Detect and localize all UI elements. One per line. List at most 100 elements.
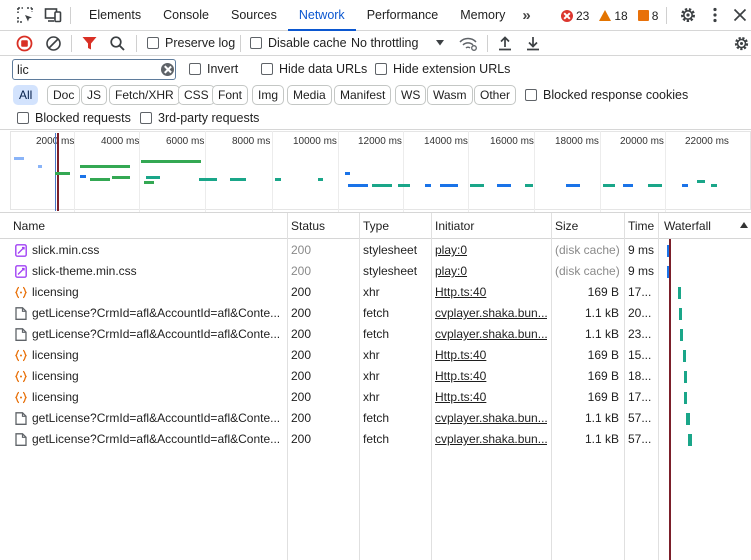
column-header-waterfall[interactable]: Waterfall bbox=[660, 213, 711, 239]
type-filter-manifest[interactable]: Manifest bbox=[334, 85, 392, 105]
export-har-download-icon[interactable] bbox=[525, 35, 541, 52]
error-counter[interactable]: 23 bbox=[561, 9, 589, 23]
type-filter-all[interactable]: All bbox=[13, 85, 39, 105]
request-name[interactable]: licensing bbox=[32, 387, 284, 408]
waterfall-timing-bar[interactable] bbox=[683, 350, 686, 362]
table-row[interactable]: licensing 200 xhr Http.ts:40 169 B 17... bbox=[0, 282, 751, 303]
request-name[interactable]: getLicense?CrmId=afl&AccountId=afl&Conte… bbox=[32, 429, 284, 450]
request-name[interactable]: slick-theme.min.css bbox=[32, 261, 284, 282]
dropdown-arrow-icon[interactable] bbox=[435, 39, 445, 47]
issues-counter[interactable]: 8 bbox=[637, 9, 658, 23]
clear-log-icon[interactable] bbox=[45, 35, 62, 52]
type-filter-js[interactable]: JS bbox=[81, 85, 108, 105]
column-header-type[interactable]: Type bbox=[359, 213, 389, 239]
type-filter-doc[interactable]: Doc bbox=[47, 85, 81, 105]
table-row[interactable]: getLicense?CrmId=afl&AccountId=afl&Conte… bbox=[0, 324, 751, 345]
hide-extension-urls-checkbox[interactable] bbox=[375, 63, 387, 75]
search-icon[interactable] bbox=[109, 35, 126, 52]
column-header-size[interactable]: Size bbox=[551, 213, 578, 239]
sort-ascending-icon[interactable] bbox=[740, 222, 748, 228]
disable-cache-checkbox[interactable] bbox=[250, 37, 262, 49]
more-options-icon[interactable] bbox=[706, 6, 724, 24]
table-row[interactable]: getLicense?CrmId=afl&AccountId=afl&Conte… bbox=[0, 303, 751, 324]
table-row[interactable]: licensing 200 xhr Http.ts:40 169 B 15... bbox=[0, 345, 751, 366]
record-stop-icon[interactable] bbox=[16, 35, 33, 52]
tab-memory[interactable]: Memory bbox=[449, 0, 516, 31]
request-initiator-link[interactable]: play:0 bbox=[435, 261, 547, 282]
request-name[interactable]: getLicense?CrmId=afl&AccountId=afl&Conte… bbox=[32, 303, 284, 324]
tab-performance[interactable]: Performance bbox=[356, 0, 450, 31]
table-row[interactable]: slick-theme.min.css 200 stylesheet play:0 (d… bbox=[0, 261, 751, 282]
request-name[interactable]: licensing bbox=[32, 366, 284, 387]
device-toolbar-icon[interactable] bbox=[44, 6, 62, 24]
request-name[interactable]: licensing bbox=[32, 282, 284, 303]
waterfall-timing-bar[interactable] bbox=[667, 266, 669, 278]
type-filter-wasm[interactable]: Wasm bbox=[427, 85, 473, 105]
column-header-status[interactable]: Status bbox=[287, 213, 325, 239]
type-filter-img[interactable]: Img bbox=[252, 85, 285, 105]
request-initiator-link[interactable]: Http.ts:40 bbox=[435, 387, 547, 408]
waterfall-timing-bar[interactable] bbox=[688, 434, 692, 446]
grid-tick bbox=[600, 131, 601, 212]
tab-elements[interactable]: Elements bbox=[78, 0, 152, 31]
network-conditions-wifi-icon[interactable] bbox=[458, 35, 478, 52]
waterfall-timing-bar[interactable] bbox=[678, 287, 681, 299]
request-initiator-link[interactable]: cvplayer.shaka.bun... bbox=[435, 303, 547, 324]
table-row[interactable]: licensing 200 xhr Http.ts:40 169 B 17... bbox=[0, 387, 751, 408]
column-header-time[interactable]: Time bbox=[624, 213, 654, 239]
blocked-response-cookies-checkbox[interactable] bbox=[525, 89, 537, 101]
type-filter-fetch-xhr[interactable]: Fetch/XHR bbox=[109, 85, 180, 105]
clear-filter-icon[interactable] bbox=[161, 63, 174, 76]
column-header-name[interactable]: Name bbox=[9, 213, 45, 239]
type-filter-other[interactable]: Other bbox=[474, 85, 517, 105]
table-row[interactable]: getLicense?CrmId=afl&AccountId=afl&Conte… bbox=[0, 408, 751, 429]
invert-checkbox[interactable] bbox=[189, 63, 201, 75]
type-filter-font[interactable]: Font bbox=[212, 85, 249, 105]
network-overview-timeline[interactable]: 2000 ms 4000 ms 6000 ms 8000 ms 10000 ms… bbox=[0, 131, 751, 213]
import-har-upload-icon[interactable] bbox=[497, 35, 513, 52]
waterfall-timing-bar[interactable] bbox=[684, 392, 687, 404]
waterfall-timing-bar[interactable] bbox=[667, 245, 669, 257]
request-initiator-link[interactable]: Http.ts:40 bbox=[435, 345, 547, 366]
table-row[interactable]: slick.min.css 200 stylesheet play:0 (disk ca… bbox=[0, 240, 751, 261]
request-name[interactable]: getLicense?CrmId=afl&AccountId=afl&Conte… bbox=[32, 324, 284, 345]
column-header-initiator[interactable]: Initiator bbox=[431, 213, 474, 239]
hide-data-urls-checkbox[interactable] bbox=[261, 63, 273, 75]
request-initiator-link[interactable]: cvplayer.shaka.bun... bbox=[435, 429, 547, 450]
request-initiator-link[interactable]: Http.ts:40 bbox=[435, 366, 547, 387]
issue-counters[interactable]: 23 18 8 bbox=[561, 0, 658, 31]
preserve-log-checkbox[interactable] bbox=[147, 37, 159, 49]
request-name[interactable]: licensing bbox=[32, 345, 284, 366]
table-row[interactable]: licensing 200 xhr Http.ts:40 169 B 18... bbox=[0, 366, 751, 387]
waterfall-timing-bar[interactable] bbox=[686, 413, 690, 425]
request-initiator-link[interactable]: cvplayer.shaka.bun... bbox=[435, 324, 547, 345]
network-settings-gear-icon[interactable] bbox=[733, 35, 750, 52]
warning-counter[interactable]: 18 bbox=[599, 9, 628, 23]
waterfall-timing-bar[interactable] bbox=[684, 371, 687, 383]
third-party-requests-checkbox[interactable] bbox=[140, 112, 152, 124]
overview-activity-bar bbox=[55, 172, 70, 175]
request-initiator-link[interactable]: play:0 bbox=[435, 240, 547, 261]
close-icon[interactable] bbox=[731, 6, 749, 24]
filter-funnel-icon[interactable] bbox=[81, 35, 98, 52]
waterfall-timing-bar[interactable] bbox=[679, 308, 682, 320]
table-row[interactable]: getLicense?CrmId=afl&AccountId=afl&Conte… bbox=[0, 429, 751, 450]
request-initiator-link[interactable]: Http.ts:40 bbox=[435, 282, 547, 303]
tab-network[interactable]: Network bbox=[287, 0, 356, 31]
tab-sources[interactable]: Sources bbox=[220, 0, 288, 31]
more-tabs-button[interactable]: » bbox=[516, 0, 536, 31]
type-filter-css[interactable]: CSS bbox=[178, 85, 215, 105]
request-initiator-link[interactable]: cvplayer.shaka.bun... bbox=[435, 408, 547, 429]
request-type: fetch bbox=[363, 432, 390, 446]
request-name[interactable]: getLicense?CrmId=afl&AccountId=afl&Conte… bbox=[32, 408, 284, 429]
type-filter-media[interactable]: Media bbox=[287, 85, 332, 105]
inspect-element-icon[interactable] bbox=[16, 6, 34, 24]
tab-console[interactable]: Console bbox=[152, 0, 220, 31]
type-filter-ws[interactable]: WS bbox=[395, 85, 427, 105]
blocked-requests-checkbox[interactable] bbox=[17, 112, 29, 124]
throttling-select[interactable]: No throttling bbox=[351, 36, 418, 50]
request-name[interactable]: slick.min.css bbox=[32, 240, 284, 261]
settings-gear-icon[interactable] bbox=[679, 6, 697, 24]
filter-input[interactable] bbox=[12, 59, 176, 80]
waterfall-timing-bar[interactable] bbox=[680, 329, 683, 341]
